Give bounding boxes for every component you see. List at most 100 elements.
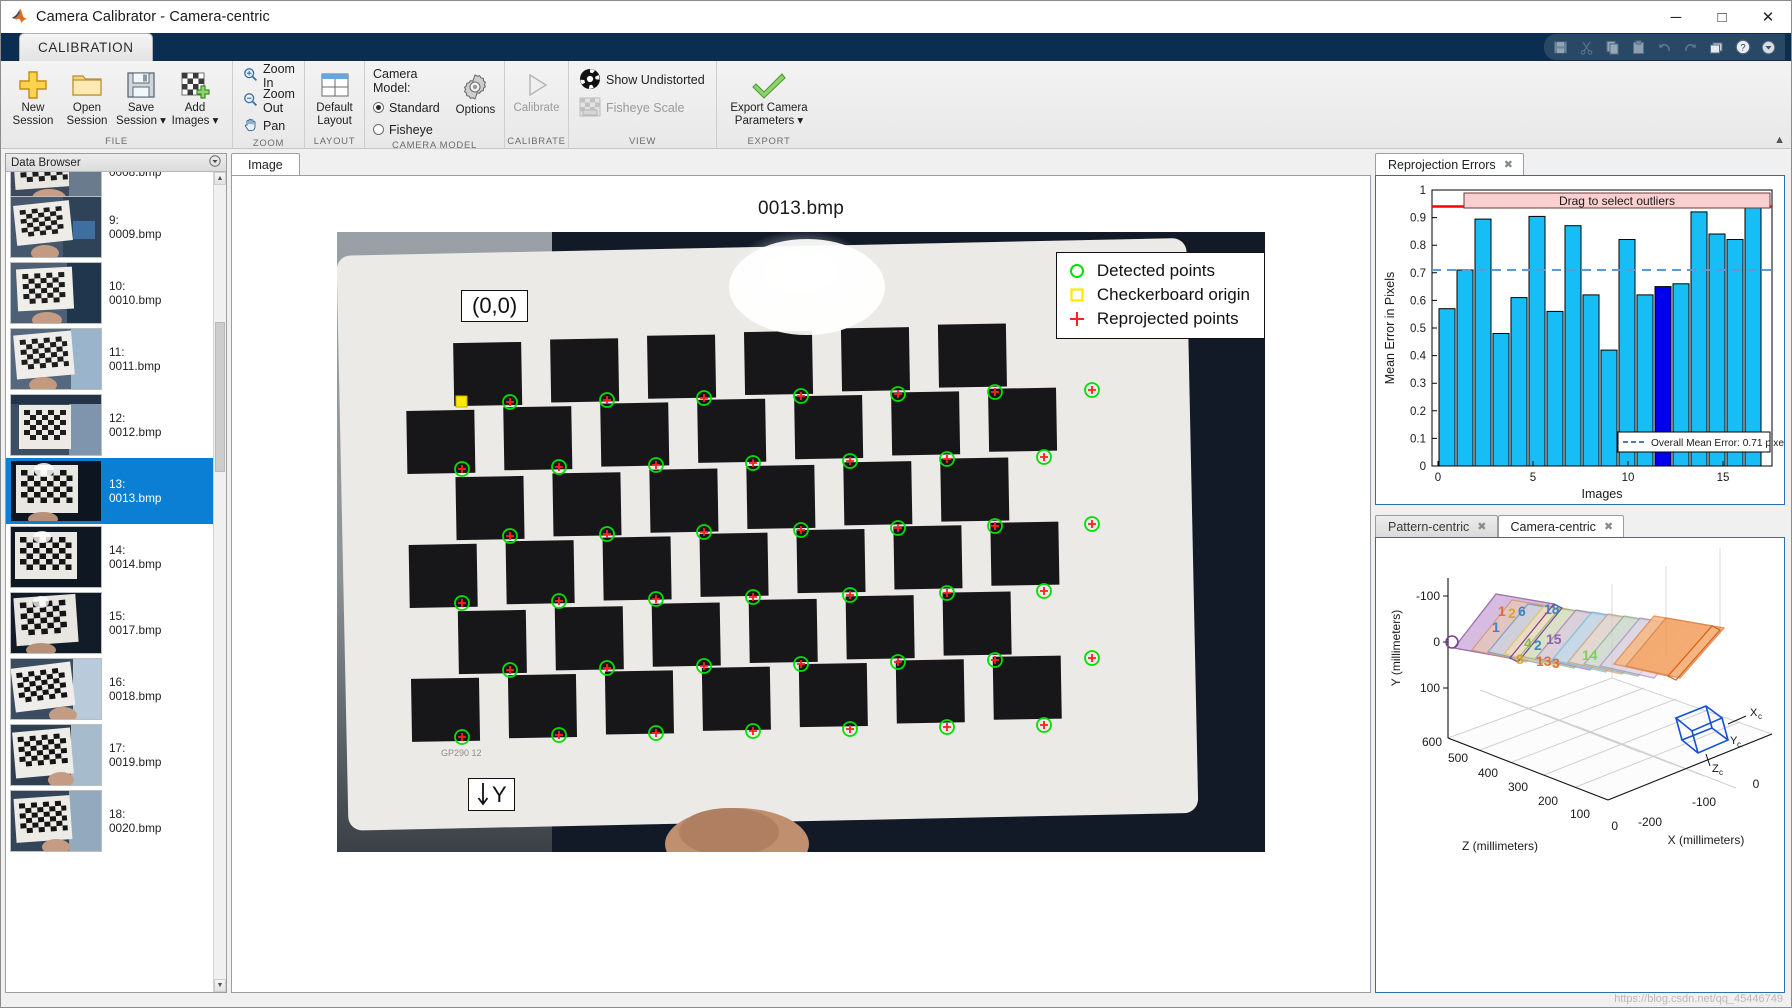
list-item[interactable]: 10: 0010.bmp <box>6 260 213 326</box>
svg-text:-100: -100 <box>1692 795 1716 809</box>
close-icon[interactable]: ✖ <box>1604 520 1613 533</box>
image-list[interactable]: 0008.bmp <box>6 172 226 992</box>
thumbnail <box>10 724 102 786</box>
scrollbar-thumb[interactable] <box>215 322 225 472</box>
chart-legend: Overall Mean Error: 0.71 pixels <box>1618 432 1784 452</box>
calibration-photo[interactable]: GP290 12 <box>337 232 1265 852</box>
ribbon-collapse-icon[interactable]: ▲ <box>1774 134 1785 146</box>
more-icon[interactable] <box>1760 39 1777 56</box>
list-item[interactable]: 0008.bmp <box>6 172 213 194</box>
radio-standard-indicator <box>373 102 384 113</box>
radio-standard[interactable]: Standard <box>373 98 447 117</box>
svg-text:2: 2 <box>1508 605 1516 621</box>
list-item[interactable]: 11: 0011.bmp <box>6 326 213 392</box>
maximize-button[interactable]: □ <box>1699 1 1745 33</box>
list-item-file: 0013.bmp <box>109 491 161 505</box>
ribbon-group-label-file: FILE <box>1 135 232 149</box>
copy-icon[interactable] <box>1604 39 1621 56</box>
redo-icon[interactable] <box>1682 39 1699 56</box>
save-icon[interactable] <box>1552 39 1569 56</box>
error-tabrow: Reprojection Errors ✖ <box>1375 153 1785 175</box>
cut-icon[interactable] <box>1578 39 1595 56</box>
zoom-in-button[interactable]: Zoom In <box>239 65 299 87</box>
svg-text:5: 5 <box>1530 472 1536 484</box>
list-item-index: 17: <box>109 741 161 755</box>
minimize-button[interactable]: ─ <box>1653 1 1699 33</box>
right-column: Reprojection Errors ✖ 1 0.9 0.8 0.7 <box>1375 153 1785 993</box>
list-item[interactable]: 17: 0019.bmp <box>6 722 213 788</box>
list-item-label: 13: 0013.bmp <box>109 477 161 505</box>
help-icon[interactable]: ? <box>1734 39 1751 56</box>
scroll-down-arrow[interactable]: ▼ <box>214 979 226 992</box>
calibrate-button[interactable]: Calibrate <box>511 65 562 115</box>
folder-icon <box>71 68 103 102</box>
save-session-button[interactable]: Save Session ▾ <box>115 65 167 128</box>
svg-text:0.2: 0.2 <box>1410 406 1426 418</box>
list-item-label: 18: 0020.bmp <box>109 807 161 835</box>
close-icon[interactable]: ✖ <box>1504 158 1513 171</box>
detected-points-icon <box>1067 262 1087 280</box>
svg-text:0.3: 0.3 <box>1410 378 1426 390</box>
default-layout-button[interactable]: Default Layout <box>311 65 358 128</box>
legend-row: Reprojected points <box>1067 307 1250 331</box>
new-session-button[interactable]: New Session <box>7 65 59 128</box>
svg-text:Z (millimeters): Z (millimeters) <box>1462 839 1538 853</box>
open-session-button[interactable]: Open Session <box>61 65 113 128</box>
extrinsics-body[interactable]: -100 0 100 Y (millimeters) 600 500 400 3… <box>1375 537 1785 993</box>
svg-text:Overall Mean Error: 0.71 pixel: Overall Mean Error: 0.71 pixels <box>1651 438 1784 449</box>
list-item[interactable]: 14: 0014.bmp <box>6 524 213 590</box>
show-undistorted-button[interactable]: Show Undistorted <box>575 69 709 91</box>
sidebar-scrollbar[interactable]: ▲ ▼ <box>213 172 226 992</box>
radio-fisheye[interactable]: Fisheye <box>373 120 447 139</box>
list-item-file: 0010.bmp <box>109 293 161 307</box>
tab-calibration[interactable]: CALIBRATION <box>19 33 153 61</box>
tab-image[interactable]: Image <box>231 153 300 175</box>
save-session-line1: Save <box>128 102 154 115</box>
svg-text:GP290 12: GP290 12 <box>441 748 482 758</box>
list-item[interactable]: 12: 0012.bmp <box>6 392 213 458</box>
list-item[interactable]: 18: 0020.bmp <box>6 788 213 854</box>
ribbon-group-layout: Default Layout LAYOUT <box>305 61 365 149</box>
ribbon-group-file: New Session Open Session <box>1 61 233 149</box>
reprojected-points-icon <box>1067 310 1087 328</box>
list-item-selected[interactable]: 13: 0013.bmp <box>6 458 213 524</box>
undo-icon[interactable] <box>1656 39 1673 56</box>
default-layout-line1: Default <box>316 102 352 115</box>
svg-text:1: 1 <box>1498 603 1506 619</box>
scroll-up-arrow[interactable]: ▲ <box>214 172 226 185</box>
list-item[interactable]: 9: 0009.bmp <box>6 194 213 260</box>
list-item-index: 12: <box>109 411 161 425</box>
legend-row: Detected points <box>1067 259 1250 283</box>
ribbon-group-label-export: EXPORT <box>717 135 821 149</box>
svg-text:14: 14 <box>1582 647 1598 663</box>
thumbnail <box>10 592 102 654</box>
fisheye-scale-button[interactable]: Fisheye Scale <box>575 97 689 119</box>
svg-text:500: 500 <box>1448 751 1468 765</box>
list-item-index: 18: <box>109 807 161 821</box>
list-item-file: 0009.bmp <box>109 227 161 241</box>
quick-access-toolbar: ? <box>1544 34 1785 60</box>
export-camera-parameters-button[interactable]: Export Camera Parameters ▾ <box>723 65 815 128</box>
tab-reprojection-errors[interactable]: Reprojection Errors ✖ <box>1375 153 1524 175</box>
options-button[interactable]: Options <box>453 67 498 117</box>
zoom-out-button[interactable]: Zoom Out <box>239 90 299 112</box>
list-item[interactable]: 15: 0017.bmp <box>6 590 213 656</box>
reprojection-errors-body[interactable]: 1 0.9 0.8 0.7 0.6 0.5 0.4 0.3 0.2 0.1 0 <box>1375 175 1785 505</box>
layout-icon[interactable] <box>1708 39 1725 56</box>
thumbnail <box>10 262 102 324</box>
chevron-down-icon[interactable] <box>209 155 221 170</box>
close-button[interactable]: ✕ <box>1745 1 1791 33</box>
reprojection-errors-panel: Reprojection Errors ✖ 1 0.9 0.8 0.7 <box>1375 153 1785 509</box>
close-icon[interactable]: ✖ <box>1477 520 1486 533</box>
tab-pattern-centric[interactable]: Pattern-centric ✖ <box>1375 515 1498 537</box>
svg-text:600: 600 <box>1422 735 1442 749</box>
add-images-button[interactable]: Add Images ▾ <box>169 65 221 128</box>
watermark: https://blog.csdn.net/qq_45446749 <box>1614 993 1783 1005</box>
list-item-label: 0008.bmp <box>109 172 161 179</box>
list-item[interactable]: 16: 0018.bmp <box>6 656 213 722</box>
tab-camera-centric[interactable]: Camera-centric ✖ <box>1498 515 1625 537</box>
checkerboard-origin-icon <box>1067 286 1087 304</box>
paste-icon[interactable] <box>1630 39 1647 56</box>
svg-text:c: c <box>1737 740 1741 749</box>
pan-button[interactable]: Pan <box>239 115 289 137</box>
